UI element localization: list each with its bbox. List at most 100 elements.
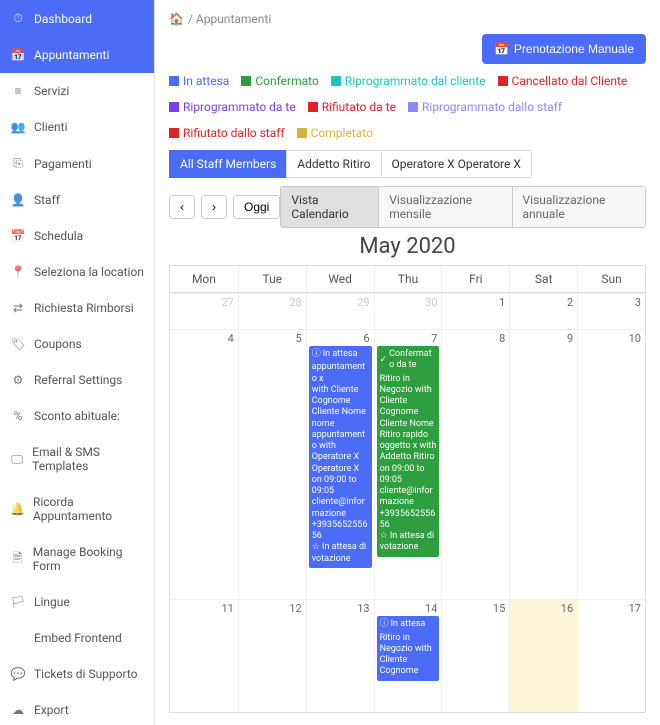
day-number: 12 (289, 602, 301, 615)
sidebar-item-dashboard[interactable]: ⏱ Dashboard (0, 0, 154, 37)
day-number: 7 (431, 332, 437, 345)
sidebar-item-email-sms-templates[interactable]: 🖵Email & SMS Templates (0, 434, 154, 484)
sidebar-icon: 👥 (10, 120, 26, 134)
view-tab[interactable]: Visualizzazione mensile (378, 187, 511, 227)
status-icon: ⓘ (380, 619, 389, 630)
sidebar-label: Embed Frontend (34, 631, 122, 645)
sidebar-icon: 🔔 (10, 502, 25, 516)
calendar-cell[interactable]: 17 (577, 599, 645, 712)
sidebar-icon: ⇄ (10, 301, 26, 315)
calendar: MonTueWedThuFriSatSun 27282930123456ⓘ In… (169, 265, 646, 713)
sidebar-icon: 📅 (10, 229, 26, 243)
sidebar-item-servizi[interactable]: ≡Servizi (0, 73, 154, 109)
calendar-cell[interactable]: 1 (441, 293, 509, 329)
calendar-cell[interactable]: 2 (509, 293, 577, 329)
day-number: 15 (493, 602, 505, 615)
staff-tab[interactable]: All Staff Members (169, 150, 287, 178)
calendar-cell[interactable]: 14ⓘ In attesaRitiro in Negozio with Clie… (374, 599, 442, 712)
day-number: 9 (567, 332, 573, 345)
day-number: 17 (629, 602, 641, 615)
legend-label: Completato (311, 126, 373, 140)
sidebar-item-sconto-abituale-[interactable]: % Sconto abituale: (0, 398, 154, 434)
appointment-event[interactable]: ⓘ In attesaappuntamento xwith Cliente Co… (309, 346, 372, 568)
calendar-cell[interactable]: 13 (306, 599, 374, 712)
calendar-cell[interactable]: 29 (306, 293, 374, 329)
sidebar-icon: 📅 (10, 48, 26, 62)
next-button[interactable]: › (201, 195, 227, 219)
calendar-cell[interactable]: 3 (577, 293, 645, 329)
sidebar-item-coupons[interactable]: 🏷Coupons (0, 326, 154, 362)
sidebar-item-staff[interactable]: 👤Staff (0, 182, 154, 218)
calendar-cell[interactable]: 5 (238, 329, 306, 599)
sidebar-label: Coupons (34, 337, 82, 351)
sidebar-item-appuntamenti[interactable]: 📅 Appuntamenti (0, 37, 154, 73)
sidebar-label: Schedula (34, 229, 83, 243)
calendar-cell[interactable]: 28 (238, 293, 306, 329)
sidebar-icon: ⏱ (10, 11, 26, 26)
status-legend: In attesaConfermatoRiprogrammato dal cli… (169, 74, 646, 140)
sidebar-item-ricorda-appuntamento[interactable]: 🔔Ricorda Appuntamento (0, 484, 154, 534)
sidebar-label: Seleziona la location (34, 265, 144, 279)
sidebar-item-manage-booking-form[interactable]: 🗎Manage Booking Form (0, 534, 154, 584)
legend-label: Rifiutato da te (322, 100, 396, 114)
staff-tab[interactable]: Operatore X Operatore X (381, 150, 532, 178)
sidebar-item-referral-settings[interactable]: ⚙Referral Settings (0, 362, 154, 398)
day-number: 14 (425, 602, 437, 615)
calendar-cell[interactable]: 8 (441, 329, 509, 599)
event-status: In attesa (391, 619, 426, 630)
sidebar-item-tickets-di-supporto[interactable]: 💬Tickets di Supporto (0, 656, 154, 692)
appointment-event[interactable]: ✓ Confermato da teRitiro in Negozio with… (377, 346, 440, 557)
calendar-cell[interactable]: 6ⓘ In attesaappuntamento xwith Cliente C… (306, 329, 374, 599)
staff-filter-tabs: All Staff MembersAddetto RitiroOperatore… (169, 150, 646, 178)
home-icon[interactable]: 🏠 (169, 12, 184, 26)
calendar-cell[interactable]: 16 (509, 599, 577, 712)
calendar-cell[interactable]: 11 (170, 599, 238, 712)
sidebar-label: Sconto abituale: (34, 409, 120, 423)
sidebar-item-clienti[interactable]: 👥Clienti (0, 109, 154, 145)
sidebar-item-lingue[interactable]: 🏳Lingue (0, 584, 154, 620)
view-tab[interactable]: Vista Calendario (281, 187, 378, 227)
view-tab[interactable]: Visualizzazione annuale (512, 187, 646, 227)
sidebar-label: Dashboard (34, 12, 92, 26)
today-button[interactable]: Oggi (233, 195, 280, 219)
calendar-cell[interactable]: 7✓ Confermato da teRitiro in Negozio wit… (374, 329, 442, 599)
manual-booking-button[interactable]: 📅 Prenotazione Manuale (482, 34, 646, 64)
sidebar-item-pagamenti[interactable]: ⎘Pagamenti (0, 145, 154, 182)
sidebar-label: Appuntamenti (34, 48, 109, 62)
staff-tab[interactable]: Addetto Ritiro (286, 150, 381, 178)
sidebar-item-richiesta-rimborsi[interactable]: ⇄Richiesta Rimborsi (0, 290, 154, 326)
sidebar-icon: ⚙ (10, 373, 26, 387)
event-status: Confermato da te (389, 349, 436, 372)
day-number: 5 (296, 332, 302, 345)
calendar-cell[interactable]: 12 (238, 599, 306, 712)
calendar-cell[interactable]: 4 (170, 329, 238, 599)
sidebar-icon: 📍 (10, 265, 26, 279)
sidebar-item-export[interactable]: ☁Export (0, 692, 154, 725)
sidebar-icon: 🏳 (10, 595, 26, 609)
calendar-body: 27282930123456ⓘ In attesaappuntamento xw… (170, 293, 645, 712)
sidebar-item-schedula[interactable]: 📅 Schedula (0, 218, 154, 254)
calendar-cell[interactable]: 9 (509, 329, 577, 599)
legend-item: Rifiutato dallo staff (169, 126, 285, 140)
sidebar-label: Email & SMS Templates (32, 445, 144, 473)
breadcrumb: 🏠 / Appuntamenti (169, 12, 646, 26)
sidebar-label: Tickets di Supporto (34, 667, 138, 681)
prev-button[interactable]: ‹ (169, 195, 195, 219)
calendar-cell[interactable]: 30 (374, 293, 442, 329)
day-number: 30 (425, 296, 437, 309)
calendar-cell[interactable]: 10 (577, 329, 645, 599)
sidebar-item-seleziona-la-location[interactable]: 📍 Seleziona la location (0, 254, 154, 290)
legend-swatch (169, 102, 179, 112)
sidebar-icon: % (10, 409, 26, 423)
calendar-cell[interactable]: 27 (170, 293, 238, 329)
sidebar-item-embed-frontend[interactable]: Embed Frontend (0, 620, 154, 656)
appointment-event[interactable]: ⓘ In attesaRitiro in Negozio with Client… (377, 616, 440, 680)
legend-swatch (169, 76, 179, 86)
legend-label: In attesa (183, 74, 229, 88)
calendar-cell[interactable]: 15 (441, 599, 509, 712)
day-number: 29 (357, 296, 369, 309)
legend-label: Confermato (255, 74, 318, 88)
legend-item: Riprogrammato dallo staff (408, 100, 562, 114)
breadcrumb-sep: / (188, 12, 193, 26)
weekday-header: Mon (170, 266, 238, 292)
